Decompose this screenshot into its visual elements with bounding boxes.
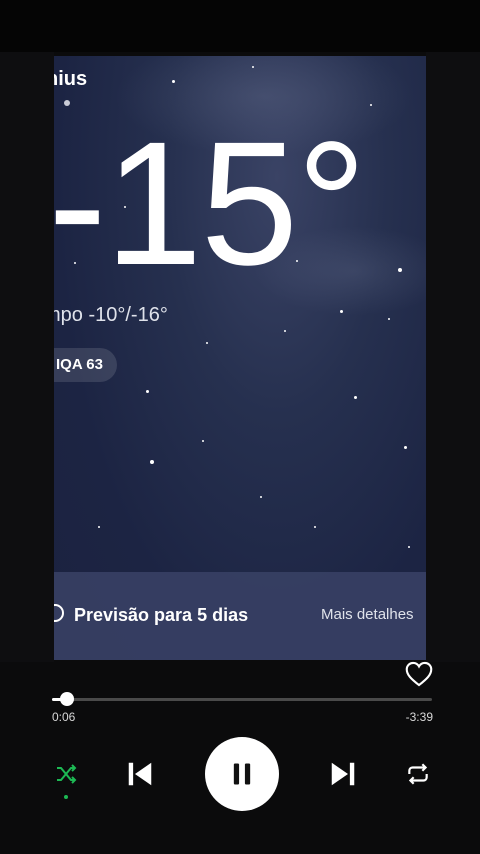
star <box>408 546 410 548</box>
air-quality-badge[interactable]: IQA 63 <box>54 348 117 382</box>
status-bar <box>0 0 480 52</box>
pause-button[interactable] <box>205 737 279 811</box>
temperature-range: mpo -10°/-16° <box>54 304 168 326</box>
next-track-button[interactable] <box>325 756 361 792</box>
city-name[interactable]: nius <box>54 68 87 91</box>
star <box>260 496 262 498</box>
star <box>252 66 254 68</box>
repeat-icon <box>408 763 428 785</box>
previous-page-edge <box>0 52 54 662</box>
star <box>202 440 204 442</box>
star <box>146 390 149 393</box>
like-button[interactable] <box>404 660 434 688</box>
remaining-time: -3:39 <box>405 710 433 724</box>
elapsed-time: 0:06 <box>52 710 76 724</box>
star <box>354 396 357 399</box>
star <box>172 80 175 83</box>
pause-icon <box>233 763 251 785</box>
forecast-title[interactable]: Previsão para 5 dias <box>74 605 248 626</box>
seek-thumb[interactable] <box>60 692 75 706</box>
shuffle-active-indicator <box>64 795 68 799</box>
current-temperature: -15° <box>54 106 367 302</box>
shuffle-icon <box>57 764 77 784</box>
star <box>150 460 154 464</box>
next-page-edge <box>426 52 480 662</box>
star <box>404 446 407 449</box>
skip-next-icon <box>331 762 355 786</box>
star <box>98 526 100 528</box>
star <box>370 104 372 106</box>
skip-previous-icon <box>128 762 152 786</box>
weather-widget-card[interactable]: nius -15° mpo -10°/-16° IQA 63 Previsão … <box>54 56 426 660</box>
star <box>398 268 402 272</box>
star <box>340 310 343 313</box>
star <box>388 318 390 320</box>
star <box>284 330 286 332</box>
repeat-button[interactable] <box>402 758 434 790</box>
shuffle-button[interactable] <box>50 758 82 790</box>
star <box>206 342 208 344</box>
seek-bar[interactable] <box>52 692 432 706</box>
more-details-link[interactable]: Mais detalhes <box>321 606 414 623</box>
heart-icon <box>405 661 433 687</box>
previous-track-button[interactable] <box>122 756 158 792</box>
star <box>314 526 316 528</box>
